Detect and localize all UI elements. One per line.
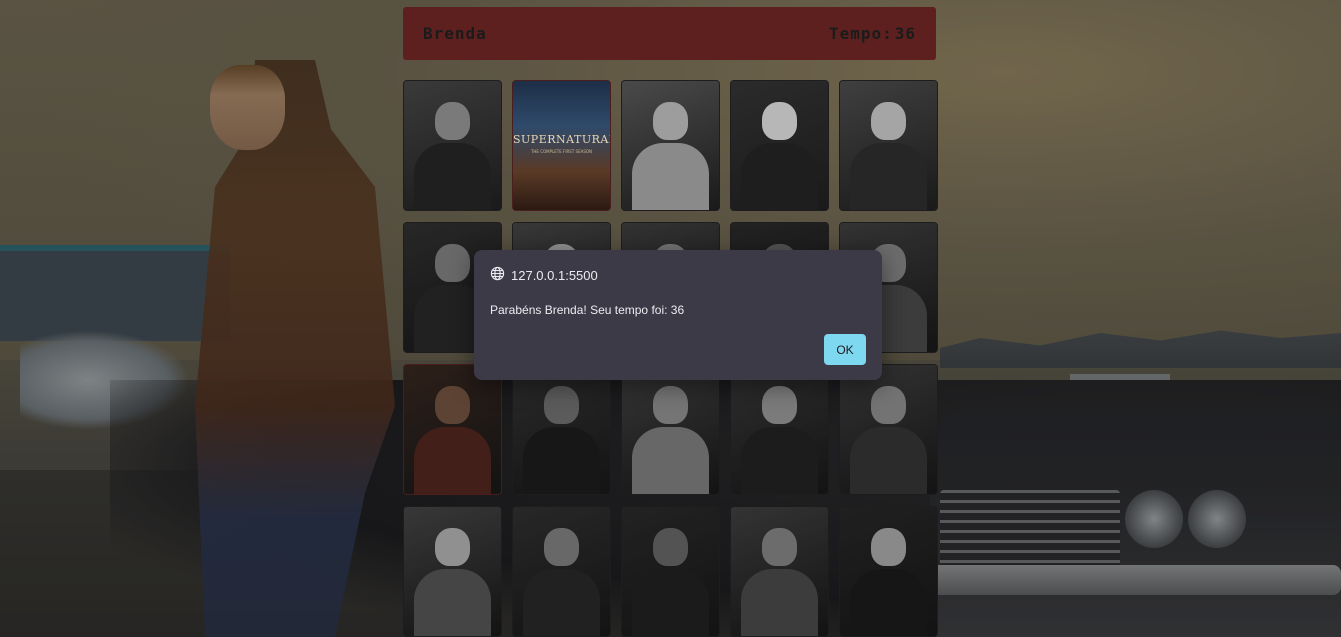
portrait-body — [740, 142, 819, 210]
memory-card-sam[interactable] — [730, 506, 829, 637]
memory-card-john[interactable] — [512, 506, 611, 637]
timer: Tempo: 36 — [829, 24, 916, 43]
portrait-image — [404, 81, 501, 210]
memory-card-bobby[interactable] — [403, 364, 502, 495]
dialog-origin-text: 127.0.0.1:5500 — [511, 267, 598, 283]
card-overlay — [513, 507, 610, 636]
timer-label: Tempo: — [828, 24, 893, 43]
portrait-image — [840, 81, 937, 210]
card-overlay — [513, 365, 610, 494]
card-overlay — [840, 365, 937, 494]
card-overlay — [622, 365, 719, 494]
ok-button[interactable]: OK — [824, 334, 866, 365]
dialog-message: Parabéns Brenda! Seu tempo foi: 36 — [490, 303, 685, 317]
portrait-body — [631, 142, 710, 210]
memory-card-ruby[interactable] — [621, 506, 720, 637]
player-name: Brenda — [423, 24, 487, 43]
memory-card-crowley[interactable] — [512, 364, 611, 495]
memory-card-dean[interactable] — [839, 364, 938, 495]
card-overlay — [404, 507, 501, 636]
alert-dialog: 127.0.0.1:5500 Parabéns Brenda! Seu temp… — [474, 250, 882, 380]
game-header: Brenda Tempo: 36 — [403, 7, 936, 60]
memory-card-crowley[interactable] — [403, 80, 502, 211]
portrait-head — [871, 101, 906, 141]
card-overlay — [840, 507, 937, 636]
portrait-image — [622, 81, 719, 210]
portrait-body — [413, 142, 492, 210]
memory-card-poster[interactable]: SUPERNATURAL THE COMPLETE FIRST SEASON — [512, 80, 611, 211]
portrait-image — [731, 81, 828, 210]
memory-card-jo[interactable] — [730, 364, 829, 495]
globe-icon — [490, 266, 505, 284]
portrait-head — [762, 101, 797, 141]
memory-card-castiel[interactable] — [621, 364, 720, 495]
card-overlay — [622, 507, 719, 636]
timer-value: 36 — [894, 24, 916, 43]
poster-subtitle: THE COMPLETE FIRST SEASON — [530, 149, 593, 154]
card-overlay — [731, 365, 828, 494]
card-overlay — [731, 507, 828, 636]
memory-card-blonde-woman[interactable] — [730, 80, 829, 211]
dialog-origin: 127.0.0.1:5500 — [490, 266, 598, 284]
portrait-head — [653, 101, 688, 141]
memory-card-jo[interactable] — [839, 80, 938, 211]
memory-card-castiel[interactable] — [621, 80, 720, 211]
portrait-head — [435, 101, 470, 141]
memory-card-mary[interactable] — [403, 506, 502, 637]
portrait-body — [849, 142, 928, 210]
card-overlay — [404, 365, 501, 494]
memory-card-blonde-woman[interactable] — [839, 506, 938, 637]
poster-title: SUPERNATURAL — [513, 133, 611, 146]
